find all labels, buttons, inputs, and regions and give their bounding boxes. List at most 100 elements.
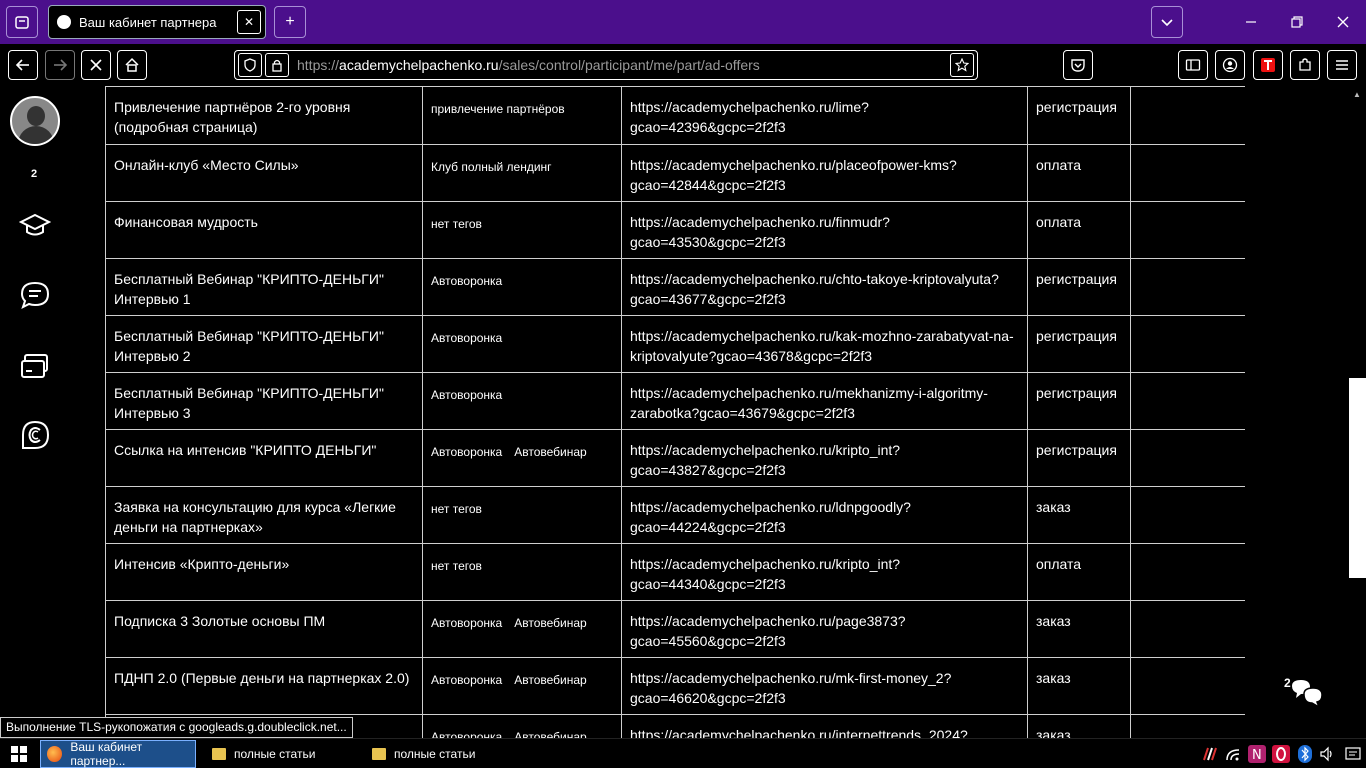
opera-icon	[1272, 745, 1290, 763]
reader-view-button[interactable]	[1178, 50, 1208, 80]
offer-link[interactable]: https://academychelpachenko.ru/kripto_in…	[621, 429, 1028, 487]
shield-icon	[244, 58, 256, 72]
offer-link[interactable]: https://academychelpachenko.ru/mk-first-…	[621, 657, 1028, 715]
account-icon	[1222, 57, 1238, 73]
restore-button[interactable]	[1274, 0, 1320, 44]
offer-tag: Автовебинар	[514, 616, 587, 630]
tray-network[interactable]	[1222, 743, 1244, 765]
svg-text:N: N	[1252, 748, 1262, 763]
offer-name: Заявка на консультацию для курса «Легкие…	[105, 486, 423, 544]
url-prefix: https://	[297, 57, 340, 73]
credit-card-icon	[21, 354, 48, 378]
offer-extra-cell	[1130, 201, 1245, 259]
offer-link[interactable]: https://academychelpachenko.ru/page3873?…	[621, 600, 1028, 658]
status-tooltip: Выполнение TLS-рукопожатия с googleads.g…	[0, 717, 353, 738]
offer-extra-cell	[1130, 600, 1245, 658]
account-button[interactable]	[1215, 50, 1245, 80]
notification-icon	[1345, 747, 1361, 760]
taskbar-item-label: полные статьи	[394, 747, 476, 761]
tray-bluetooth[interactable]	[1294, 743, 1316, 765]
sidebar-item-messages[interactable]	[18, 278, 52, 312]
offer-link[interactable]: https://academychelpachenko.ru/ldnpgoodl…	[621, 486, 1028, 544]
offer-link[interactable]: https://academychelpachenko.ru/kak-mozhn…	[621, 315, 1028, 373]
menu-button[interactable]	[1327, 50, 1357, 80]
url-bar[interactable]: https://academychelpachenko.ru/sales/con…	[234, 50, 978, 80]
table-row: Онлайн-клуб «Место Силы» Клуб полный ленд…	[105, 144, 1245, 202]
offer-link[interactable]: https://academychelpachenko.ru/lime?gcao…	[621, 86, 1028, 145]
tray-app-opera[interactable]	[1270, 743, 1292, 765]
minimize-button[interactable]	[1228, 0, 1274, 44]
offer-tags: Клуб полный лендинг	[422, 144, 622, 202]
offer-link[interactable]: https://academychelpachenko.ru/finmudr?g…	[621, 201, 1028, 259]
ad-offers-table: Привлечение партнёров 2-го уровня (подро…	[105, 86, 1245, 738]
new-tab-button[interactable]: +	[274, 6, 306, 38]
bluetooth-icon	[1298, 745, 1312, 763]
extension-button[interactable]	[1253, 50, 1283, 80]
firefox-icon	[47, 746, 63, 762]
star-icon	[955, 58, 969, 72]
offer-link[interactable]: https://academychelpachenko.ru/kripto_in…	[621, 543, 1028, 601]
site-info-button[interactable]	[265, 53, 289, 77]
start-button[interactable]	[0, 740, 38, 768]
tray-volume[interactable]	[1316, 743, 1338, 765]
taskbar-item-folder-2[interactable]: полные статьи	[366, 740, 516, 768]
tray-app-icon[interactable]	[1198, 743, 1220, 765]
offer-goal: оплата	[1027, 144, 1131, 202]
offer-tag: нет тегов	[431, 559, 482, 573]
offer-name: Бесплатный Вебинар "КРИПТО-ДЕНЬГИ" Интер…	[105, 372, 423, 430]
home-button[interactable]	[117, 50, 147, 80]
close-window-button[interactable]	[1320, 0, 1366, 44]
offer-link[interactable]: https://academychelpachenko.ru/placeofpo…	[621, 144, 1028, 202]
url-text[interactable]: https://academychelpachenko.ru/sales/con…	[297, 57, 760, 73]
offer-tags: Автоворонка Автовебинар	[422, 714, 622, 738]
tray-notifications[interactable]	[1342, 743, 1364, 765]
offer-tags: нет тегов	[422, 486, 622, 544]
offer-tag: Автоворонка	[431, 616, 503, 630]
offer-name: Интенсив «Крипто-деньги»	[105, 543, 423, 601]
tab-active[interactable]: Ваш кабинет партнера ✕	[48, 5, 266, 39]
offer-tag: нет тегов	[431, 217, 482, 231]
browser-titlebar: Ваш кабинет партнера ✕ +	[0, 0, 1366, 44]
close-icon	[90, 59, 102, 71]
table-row: Бесплатный Вебинар "КРИПТО-ДЕНЬГИ" Интер…	[105, 372, 1245, 430]
taskbar-item-firefox[interactable]: Ваш кабинет партнер...	[40, 740, 196, 768]
extensions-button[interactable]	[1290, 50, 1320, 80]
scrollbar-thumb[interactable]	[1349, 378, 1366, 578]
sidebar-icon	[1185, 59, 1201, 71]
offer-link[interactable]: https://academychelpachenko.ru/internett…	[621, 714, 1028, 738]
close-icon	[1337, 16, 1349, 28]
offer-extra-cell	[1130, 486, 1245, 544]
lock-icon	[272, 59, 282, 72]
notification-badge: 2	[31, 168, 38, 180]
avatar[interactable]	[10, 96, 60, 146]
list-all-tabs-button[interactable]	[1151, 6, 1183, 38]
extension-t-icon	[1261, 58, 1275, 72]
chat-widget-button[interactable]: 2	[1284, 676, 1326, 716]
stop-button[interactable]	[81, 50, 111, 80]
scroll-up-arrow-icon[interactable]: ▲	[1353, 90, 1361, 99]
back-button[interactable]	[8, 50, 38, 80]
navigation-toolbar: https://academychelpachenko.ru/sales/con…	[0, 44, 1366, 86]
forward-button[interactable]	[45, 50, 75, 80]
offer-link[interactable]: https://academychelpachenko.ru/mekhanizm…	[621, 372, 1028, 430]
offer-tags: Автоворонка Автовебинар	[422, 657, 622, 715]
offer-tags: Автоворонка	[422, 315, 622, 373]
offer-name: Финансовая мудрость	[105, 201, 423, 259]
sidebar-item-getcourse[interactable]	[18, 418, 52, 452]
pocket-button[interactable]	[1063, 50, 1093, 80]
offer-goal: оплата	[1027, 201, 1131, 259]
offer-link[interactable]: https://academychelpachenko.ru/chto-tako…	[621, 258, 1028, 316]
taskbar-item-folder-1[interactable]: полные статьи	[206, 740, 356, 768]
page-scrollbar[interactable]: ▲	[1349, 86, 1366, 738]
tray-app-n[interactable]: N	[1246, 743, 1268, 765]
tab-list-button[interactable]	[6, 6, 38, 38]
tab-close-button[interactable]: ✕	[237, 10, 261, 34]
sidebar-item-payments[interactable]	[18, 350, 52, 384]
hamburger-icon	[1336, 60, 1348, 70]
offer-tag: Автоворонка	[431, 274, 503, 288]
sidebar-item-training[interactable]	[18, 208, 52, 242]
tracking-protection-button[interactable]	[238, 53, 262, 77]
table-row: Ссылка на интенсив "КРИПТО ДЕНЬГИ" Автово…	[105, 429, 1245, 487]
bookmark-button[interactable]	[950, 53, 974, 77]
offer-goal: регистрация	[1027, 258, 1131, 316]
